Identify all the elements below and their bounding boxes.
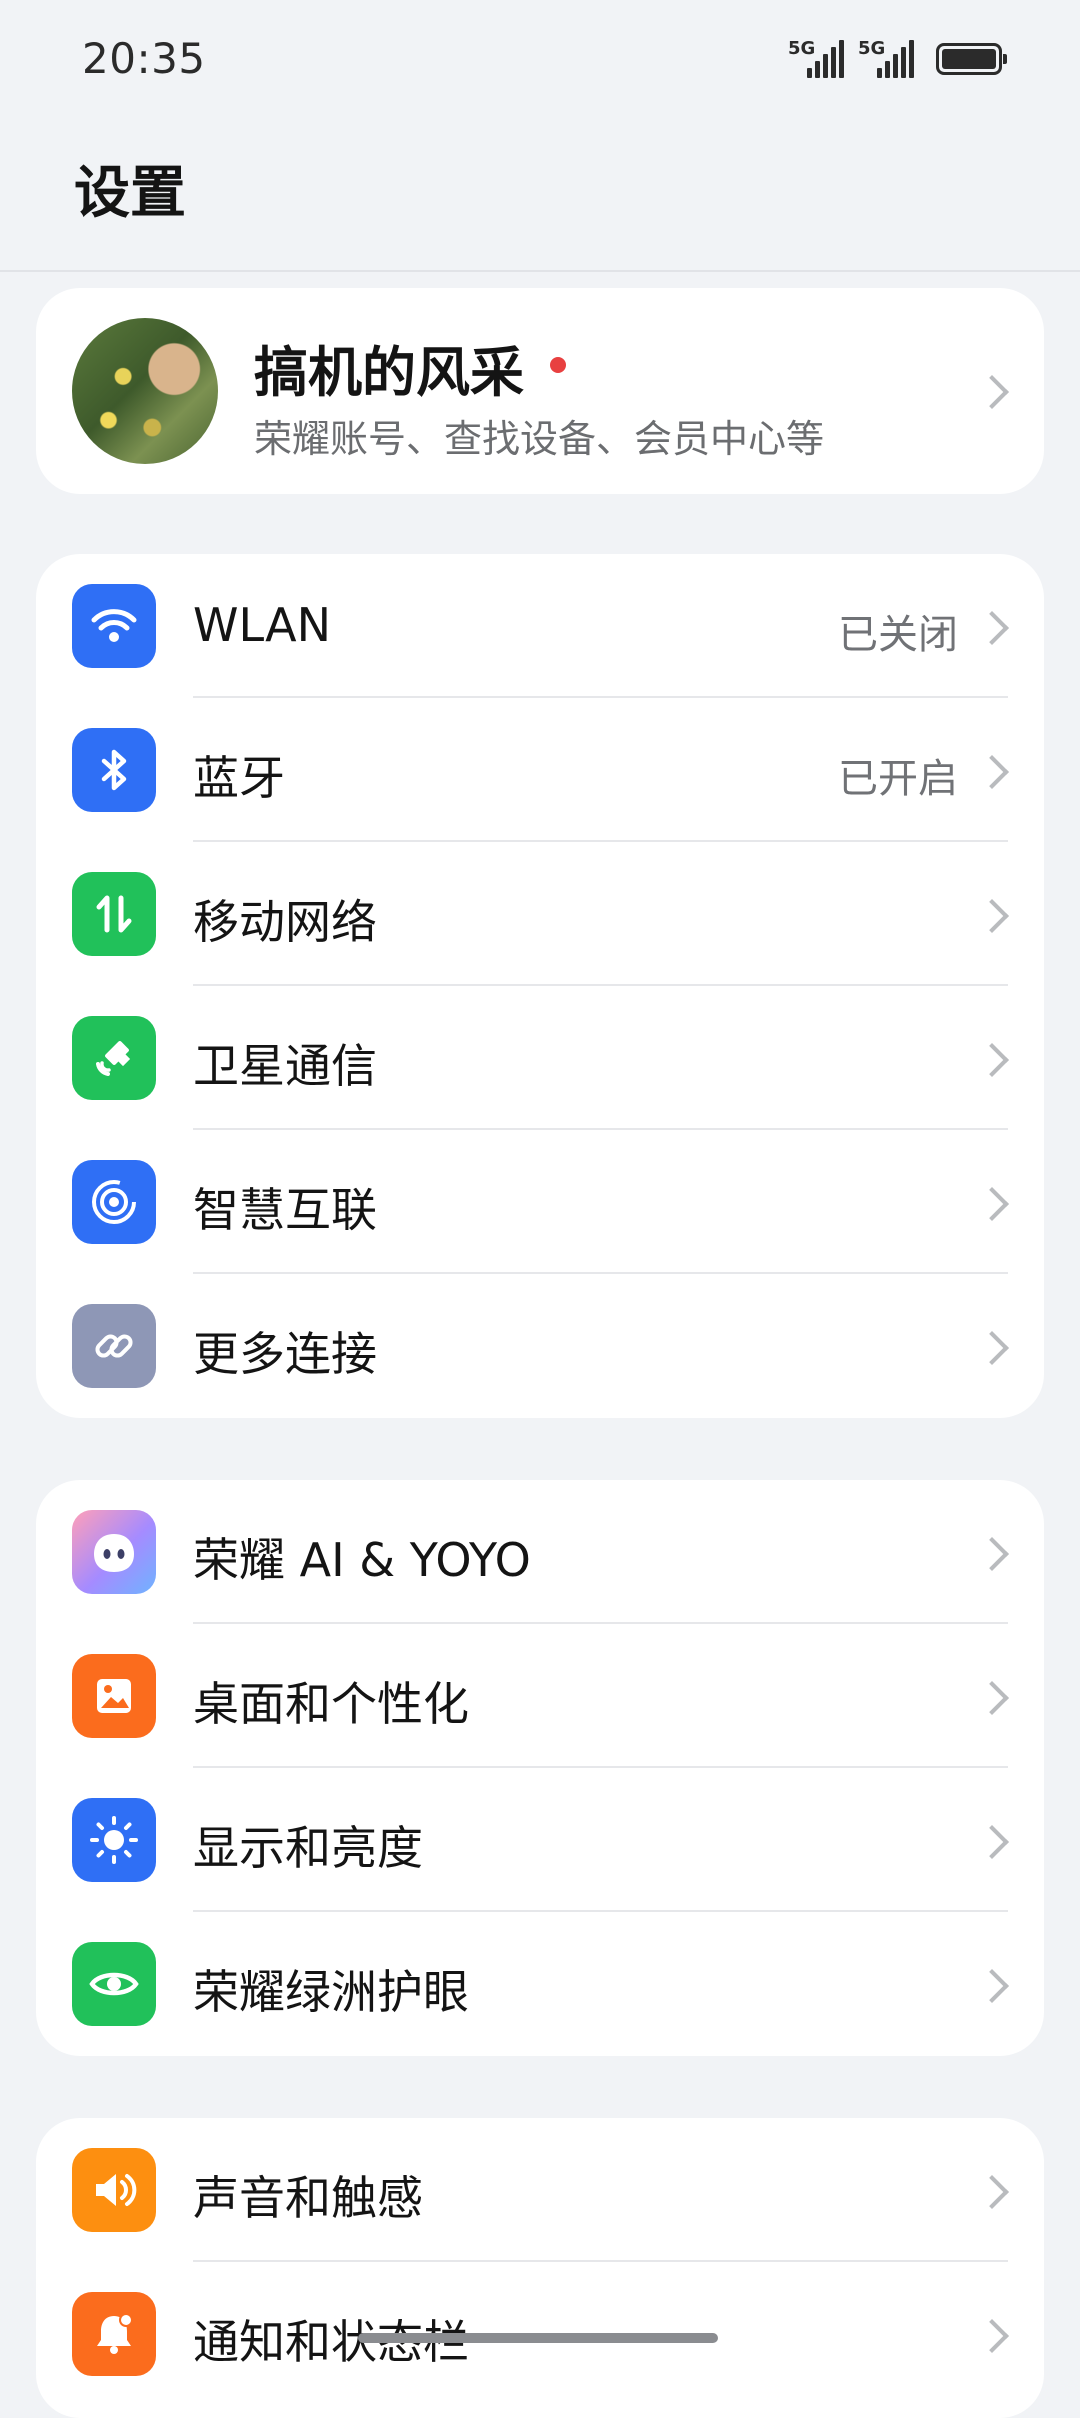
settings-item-status: 已开启 bbox=[838, 756, 958, 802]
sound-section: 声音和触感 通知和状态栏 bbox=[36, 2118, 1044, 2418]
chevron-right-icon bbox=[975, 1825, 1009, 1859]
speaker-icon bbox=[72, 2148, 156, 2232]
settings-item-label: 更多连接 bbox=[193, 1327, 377, 1381]
yoyo-icon bbox=[72, 1510, 156, 1594]
chevron-right-icon bbox=[975, 755, 1009, 789]
connect-section: WLAN 已关闭蓝牙 已开启移动网络卫星通信智慧互联更多连接 bbox=[36, 554, 1044, 1418]
signal-sim2-icon: 5G bbox=[858, 36, 914, 82]
bell-icon bbox=[72, 2292, 156, 2376]
brightness-icon bbox=[72, 1798, 156, 1882]
picture-icon bbox=[72, 1654, 156, 1738]
settings-item-ai-0[interactable]: 荣耀 AI & YOYO bbox=[36, 1480, 1044, 1624]
mobile-data-icon bbox=[72, 872, 156, 956]
settings-item-label: 卫星通信 bbox=[193, 1039, 377, 1093]
account-name: 搞机的风采 bbox=[254, 328, 566, 407]
signal-sim1-icon: 5G bbox=[788, 36, 844, 82]
eye-icon bbox=[72, 1942, 156, 2026]
settings-item-ai-1[interactable]: 桌面和个性化 bbox=[36, 1624, 1044, 1768]
battery-icon bbox=[936, 43, 1007, 75]
avatar[interactable] bbox=[72, 318, 218, 464]
settings-item-ai-3[interactable]: 荣耀绿洲护眼 bbox=[36, 1912, 1044, 2056]
settings-item-label: 移动网络 bbox=[193, 895, 377, 949]
wifi-icon bbox=[72, 584, 156, 668]
page-title: 设置 bbox=[74, 161, 186, 226]
chevron-right-icon bbox=[975, 1969, 1009, 2003]
settings-item-label: WLAN bbox=[193, 598, 332, 652]
settings-item-label: 蓝牙 bbox=[193, 751, 285, 805]
settings-item-label: 荣耀 AI & YOYO bbox=[193, 1533, 531, 1587]
account-name-text: 搞机的风采 bbox=[254, 341, 524, 404]
settings-item-label: 智慧互联 bbox=[193, 1183, 377, 1237]
header-divider bbox=[0, 270, 1080, 272]
settings-item-connect-5[interactable]: 更多连接 bbox=[36, 1274, 1044, 1418]
chevron-right-icon bbox=[975, 1537, 1009, 1571]
chevron-right-icon bbox=[975, 1681, 1009, 1715]
status-icons: 5G 5G bbox=[788, 34, 1007, 84]
account-subtitle: 荣耀账号、查找设备、会员中心等 bbox=[254, 417, 825, 461]
settings-item-connect-2[interactable]: 移动网络 bbox=[36, 842, 1044, 986]
settings-item-label: 显示和亮度 bbox=[193, 1821, 423, 1875]
status-time: 20:35 bbox=[82, 34, 206, 83]
settings-item-label: 桌面和个性化 bbox=[193, 1677, 469, 1731]
bluetooth-icon bbox=[72, 728, 156, 812]
chevron-right-icon bbox=[975, 2175, 1009, 2209]
satellite-icon bbox=[72, 1016, 156, 1100]
settings-item-connect-3[interactable]: 卫星通信 bbox=[36, 986, 1044, 1130]
settings-item-status: 已关闭 bbox=[838, 612, 958, 658]
chevron-right-icon bbox=[975, 899, 1009, 933]
chevron-right-icon bbox=[975, 1331, 1009, 1365]
account-card[interactable]: 搞机的风采 荣耀账号、查找设备、会员中心等 bbox=[36, 288, 1044, 494]
settings-item-sound-0[interactable]: 声音和触感 bbox=[36, 2118, 1044, 2262]
chevron-right-icon bbox=[975, 611, 1009, 645]
ai-section: 荣耀 AI & YOYO 桌面和个性化 显示和亮度荣耀绿洲护眼 bbox=[36, 1480, 1044, 2056]
settings-item-connect-1[interactable]: 蓝牙 已开启 bbox=[36, 698, 1044, 842]
chevron-right-icon bbox=[975, 375, 1009, 409]
home-indicator[interactable] bbox=[358, 2333, 718, 2343]
smart-connect-icon bbox=[72, 1160, 156, 1244]
settings-item-label: 荣耀绿洲护眼 bbox=[193, 1965, 469, 2019]
chevron-right-icon bbox=[975, 2319, 1009, 2353]
settings-item-connect-4[interactable]: 智慧互联 bbox=[36, 1130, 1044, 1274]
settings-item-ai-2[interactable]: 显示和亮度 bbox=[36, 1768, 1044, 1912]
chevron-right-icon bbox=[975, 1043, 1009, 1077]
battery-level bbox=[942, 49, 996, 69]
chevron-right-icon bbox=[975, 1187, 1009, 1221]
notification-dot bbox=[550, 356, 566, 373]
status-bar: 20:35 5G 5G bbox=[0, 0, 1080, 120]
settings-item-label: 声音和触感 bbox=[193, 2171, 423, 2225]
link-icon bbox=[72, 1304, 156, 1388]
settings-item-connect-0[interactable]: WLAN 已关闭 bbox=[36, 554, 1044, 698]
